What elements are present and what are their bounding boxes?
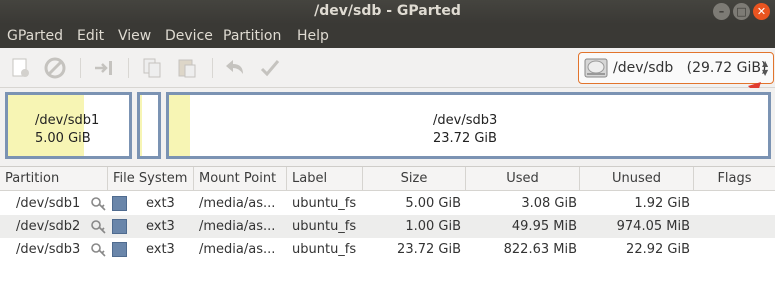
filesystem-color-swatch bbox=[112, 242, 127, 257]
menu-bar: GParted Edit View Device Partition Help bbox=[0, 24, 775, 48]
cell-filesystem: ext3 bbox=[146, 196, 175, 211]
minimize-button[interactable]: – bbox=[713, 3, 730, 20]
col-size[interactable]: Size bbox=[363, 167, 466, 191]
key-icon bbox=[91, 220, 106, 234]
title-bar: /dev/sdb - GParted – □ ✕ bbox=[0, 0, 775, 24]
table-row[interactable]: /dev/sdb3 ext3 /media/as... ubuntu_fs 23… bbox=[0, 238, 775, 261]
window-title: /dev/sdb - GParted bbox=[314, 3, 461, 19]
partition-block-sdb1[interactable]: /dev/sdb1 5.00 GiB bbox=[5, 92, 132, 159]
device-name: /dev/sdb (29.72 GiB) bbox=[613, 60, 767, 76]
filesystem-color-swatch bbox=[112, 196, 127, 211]
used-space bbox=[140, 95, 142, 156]
cell-used: 822.63 MiB bbox=[503, 242, 577, 257]
hard-disk-icon bbox=[584, 58, 608, 78]
menu-edit[interactable]: Edit bbox=[77, 28, 104, 44]
cell-used: 3.08 GiB bbox=[521, 196, 577, 211]
partition-block-sdb3[interactable]: /dev/sdb3 23.72 GiB bbox=[166, 92, 771, 159]
disk-map: /dev/sdb1 5.00 GiB /dev/sdb3 23.72 GiB bbox=[0, 88, 775, 166]
cell-size: 5.00 GiB bbox=[405, 196, 461, 211]
spin-arrows-icon: ▲ ▼ bbox=[762, 59, 769, 77]
toolbar: /dev/sdb (29.72 GiB) ▲ ▼ bbox=[0, 48, 775, 88]
resize-move-icon[interactable] bbox=[92, 56, 116, 80]
col-unused[interactable]: Unused bbox=[580, 167, 694, 191]
col-flags[interactable]: Flags bbox=[694, 167, 775, 191]
copy-icon[interactable] bbox=[140, 56, 164, 80]
key-icon bbox=[91, 243, 106, 257]
cell-label: ubuntu_fs bbox=[292, 242, 357, 257]
table-row[interactable]: /dev/sdb2 ext3 /media/as... ubuntu_fs 1.… bbox=[0, 215, 775, 238]
menu-help[interactable]: Help bbox=[297, 28, 329, 44]
cell-unused: 1.92 GiB bbox=[634, 196, 690, 211]
col-label[interactable]: Label bbox=[287, 167, 363, 191]
partition-block-name: /dev/sdb1 bbox=[35, 113, 100, 128]
cell-label: ubuntu_fs bbox=[292, 196, 357, 211]
cell-used: 49.95 MiB bbox=[511, 219, 577, 234]
cell-partition: /dev/sdb2 bbox=[16, 219, 81, 234]
cell-filesystem: ext3 bbox=[146, 242, 175, 257]
partition-block-size: 5.00 GiB bbox=[35, 131, 91, 146]
apply-icon[interactable] bbox=[258, 56, 282, 80]
partition-block-name: /dev/sdb3 bbox=[433, 113, 498, 128]
col-used[interactable]: Used bbox=[466, 167, 580, 191]
cell-partition: /dev/sdb3 bbox=[16, 242, 81, 257]
partition-block-sdb2[interactable] bbox=[137, 92, 161, 159]
cell-partition: /dev/sdb1 bbox=[16, 196, 81, 211]
key-icon bbox=[91, 197, 106, 211]
partition-block-size: 23.72 GiB bbox=[433, 131, 497, 146]
menu-view[interactable]: View bbox=[118, 28, 151, 44]
cell-mount-point: /media/as... bbox=[199, 196, 276, 211]
cell-unused: 974.05 MiB bbox=[616, 219, 690, 234]
undo-icon[interactable] bbox=[223, 56, 247, 80]
cell-filesystem: ext3 bbox=[146, 219, 175, 234]
menu-partition[interactable]: Partition bbox=[223, 28, 281, 44]
used-space bbox=[169, 95, 190, 156]
cell-mount-point: /media/as... bbox=[199, 242, 276, 257]
cell-mount-point: /media/as... bbox=[199, 219, 276, 234]
col-partition[interactable]: Partition bbox=[0, 167, 108, 191]
table-row[interactable]: /dev/sdb1 ext3 /media/as... ubuntu_fs 5.… bbox=[0, 192, 775, 215]
new-partition-icon[interactable] bbox=[8, 56, 32, 80]
col-filesystem[interactable]: File System bbox=[108, 167, 194, 191]
delete-partition-icon[interactable] bbox=[43, 56, 67, 80]
cell-label: ubuntu_fs bbox=[292, 219, 357, 234]
paste-icon[interactable] bbox=[175, 56, 199, 80]
close-button[interactable]: ✕ bbox=[753, 3, 770, 20]
table-header: Partition File System Mount Point Label … bbox=[0, 167, 775, 191]
cell-size: 1.00 GiB bbox=[405, 219, 461, 234]
filesystem-color-swatch bbox=[112, 219, 127, 234]
partition-table: Partition File System Mount Point Label … bbox=[0, 166, 775, 284]
col-mount-point[interactable]: Mount Point bbox=[194, 167, 287, 191]
menu-device[interactable]: Device bbox=[165, 28, 213, 44]
maximize-button[interactable]: □ bbox=[733, 3, 750, 20]
menu-gparted[interactable]: GParted bbox=[7, 28, 63, 44]
cell-unused: 22.92 GiB bbox=[626, 242, 690, 257]
cell-size: 23.72 GiB bbox=[397, 242, 461, 257]
